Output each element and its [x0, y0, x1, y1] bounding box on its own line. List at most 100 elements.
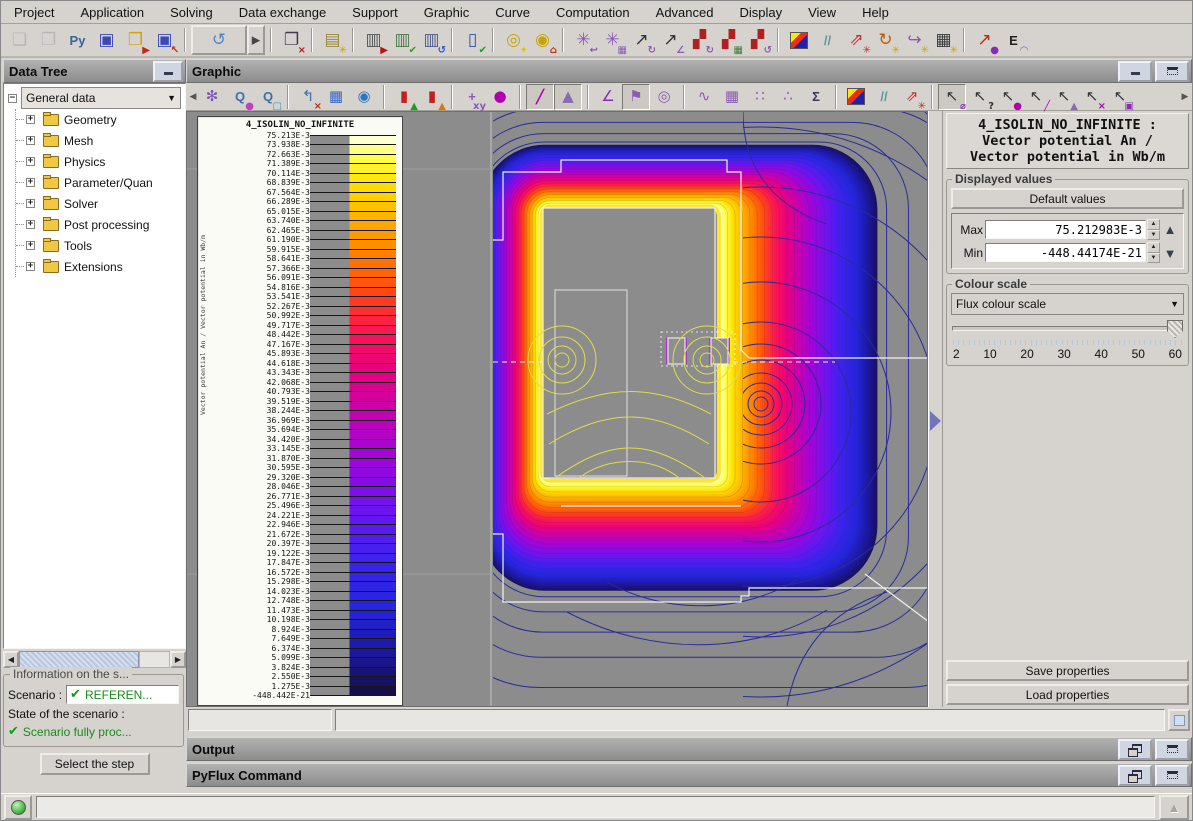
tile-views-button[interactable]: ▦ [322, 84, 350, 110]
tree-expander-icon[interactable]: + [26, 262, 35, 271]
shade-display-button[interactable] [842, 84, 870, 110]
save-project-as-button[interactable]: ▣↖ [150, 26, 179, 54]
status-corner-button[interactable] [1168, 709, 1190, 731]
curve-vs-time-button[interactable]: ↗↻ [627, 26, 656, 54]
sum-values-button[interactable]: Σ [802, 84, 830, 110]
slider-handle-icon[interactable] [1167, 320, 1183, 338]
spin-down-icon[interactable]: ▼ [1147, 253, 1160, 264]
isovalues-plot[interactable]: 4_ISOLIN_NO_INFINITE Vector potential An… [186, 111, 928, 707]
tree-expander-icon[interactable]: + [26, 115, 35, 124]
max-value-input[interactable] [985, 220, 1146, 239]
zoom-window-button[interactable]: Q▢ [254, 84, 282, 110]
menu-computation[interactable]: Computation [543, 3, 643, 22]
tree-expander-icon[interactable]: + [26, 241, 35, 250]
probe-arrow-button[interactable]: ↗● [970, 26, 999, 54]
scroll-left-icon[interactable]: ◀ [3, 651, 19, 668]
tree-horizontal-scrollbar[interactable]: ◀ ▶ [3, 651, 186, 668]
world-view-button[interactable]: ◉ [350, 84, 378, 110]
tree-item-solver[interactable]: +Solver [16, 193, 185, 214]
output-float-button[interactable] [1118, 739, 1152, 760]
tree-item-tools[interactable]: +Tools [16, 235, 185, 256]
save-properties-button[interactable]: Save properties [946, 660, 1189, 681]
job-status-button[interactable] [4, 795, 32, 820]
spin-down-icon[interactable]: ▼ [1147, 230, 1160, 241]
menu-support[interactable]: Support [339, 3, 411, 22]
slider-track[interactable] [952, 326, 1183, 331]
cursor-default-button[interactable]: ↖⌀ [938, 84, 966, 110]
animation-button[interactable]: ▦✳ [929, 26, 958, 54]
toolbar-scroll-left-icon[interactable]: ◀ [188, 85, 198, 109]
cursor-face-button[interactable]: ↖▲ [1050, 84, 1078, 110]
cursor-line-button[interactable]: ↖╱ [1022, 84, 1050, 110]
tree-expander-icon[interactable]: + [26, 199, 35, 208]
compute-sensor-button[interactable]: ◎✦ [499, 26, 528, 54]
results-database-button[interactable]: ▥✔ [388, 26, 417, 54]
min-spinner[interactable]: ▲▼ [1147, 242, 1160, 263]
select-points-button[interactable]: ● [486, 84, 514, 110]
load-properties-button[interactable]: Load properties [946, 684, 1189, 705]
tree-root-combo[interactable]: General data ▼ [21, 87, 181, 109]
menu-view[interactable]: View [795, 3, 849, 22]
save-project-button[interactable]: ▣ [92, 26, 121, 54]
hatched-plot-button[interactable]: // [813, 26, 842, 54]
spin-up-icon[interactable]: ▲ [1147, 242, 1160, 253]
undo-button[interactable]: ↺ [191, 25, 247, 55]
tree-item-extensions[interactable]: +Extensions [16, 256, 185, 277]
panel-splitter[interactable] [928, 111, 943, 707]
select-path-button[interactable]: ∿ [690, 84, 718, 110]
isovalues-on-grid-button[interactable]: ✳▦ [598, 26, 627, 54]
cursor-info-button[interactable]: ↖? [966, 84, 994, 110]
tree-root-expander[interactable]: − [8, 94, 17, 103]
cursor-volume-button[interactable]: ↖▣ [1106, 84, 1134, 110]
delete-results-button[interactable]: ▥↺ [417, 26, 446, 54]
select-lines-button[interactable]: ╱ [526, 84, 554, 110]
increase-max-icon[interactable]: ▲ [1164, 222, 1177, 237]
new-document-button[interactable]: ❏ [5, 26, 34, 54]
remove-region-button[interactable]: ▮▲ [418, 84, 446, 110]
zoom-button[interactable]: Q● [226, 84, 254, 110]
menu-solving[interactable]: Solving [157, 3, 226, 22]
check-physics-button[interactable]: ▯✔ [458, 26, 487, 54]
isovalues-on-curve-button[interactable]: ✳↩ [569, 26, 598, 54]
compute-on-device-button[interactable]: ◉⌂ [528, 26, 557, 54]
run-python-file-button[interactable]: ❒▶ [121, 26, 150, 54]
run-solver-button[interactable]: ▥▶ [359, 26, 388, 54]
menu-curve[interactable]: Curve [482, 3, 543, 22]
graphic-maximize-button[interactable] [1155, 61, 1189, 82]
select-step-button[interactable]: Select the step [40, 753, 150, 775]
decrease-min-icon[interactable]: ▼ [1164, 246, 1177, 261]
colour-scale-combo[interactable]: Flux colour scale ▼ [951, 293, 1184, 315]
spectrum-on-grid-button[interactable]: ▞▦ [714, 26, 743, 54]
scrollbar-thumb[interactable] [19, 651, 139, 668]
min-value-input[interactable] [985, 243, 1146, 262]
select-grid-button[interactable]: ▦ [718, 84, 746, 110]
add-region-button[interactable]: ▮▲ [390, 84, 418, 110]
tree-item-mesh[interactable]: +Mesh [16, 130, 185, 151]
expand-panel-icon[interactable] [930, 411, 941, 431]
measure-angle-button[interactable]: ∠ [594, 84, 622, 110]
tree-expander-icon[interactable]: + [26, 220, 35, 229]
menu-advanced[interactable]: Advanced [643, 3, 727, 22]
output-titlebar[interactable]: Output [186, 737, 1192, 761]
tree-item-physics[interactable]: +Physics [16, 151, 185, 172]
default-values-button[interactable]: Default values [951, 188, 1184, 209]
select-faces-button[interactable]: ▲ [554, 84, 582, 110]
pyflux-float-button[interactable] [1118, 765, 1152, 786]
point-set-button[interactable]: ∴ [774, 84, 802, 110]
tree-item-parameter-quan[interactable]: +Parameter/Quan [16, 172, 185, 193]
menu-help[interactable]: Help [849, 3, 902, 22]
expand-console-button[interactable]: ▲ [1159, 795, 1189, 820]
curve-vs-path-button[interactable]: ↗∠ [656, 26, 685, 54]
tree-expander-icon[interactable]: + [26, 178, 35, 187]
spin-up-icon[interactable]: ▲ [1147, 219, 1160, 230]
graphic-minimize-button[interactable] [1118, 61, 1152, 82]
cursor-deselect-button[interactable]: ↖× [1078, 84, 1106, 110]
max-spinner[interactable]: ▲▼ [1147, 219, 1160, 240]
tree-item-geometry[interactable]: +Geometry [16, 109, 185, 130]
select-ring-button[interactable]: ◎ [650, 84, 678, 110]
new-entity-button[interactable]: ▤✳ [318, 26, 347, 54]
menu-data-exchange[interactable]: Data exchange [226, 3, 339, 22]
electric-field-button[interactable]: E◠ [999, 26, 1028, 54]
vector-display-button[interactable]: ⇗✳ [898, 84, 926, 110]
menu-graphic[interactable]: Graphic [411, 3, 483, 22]
